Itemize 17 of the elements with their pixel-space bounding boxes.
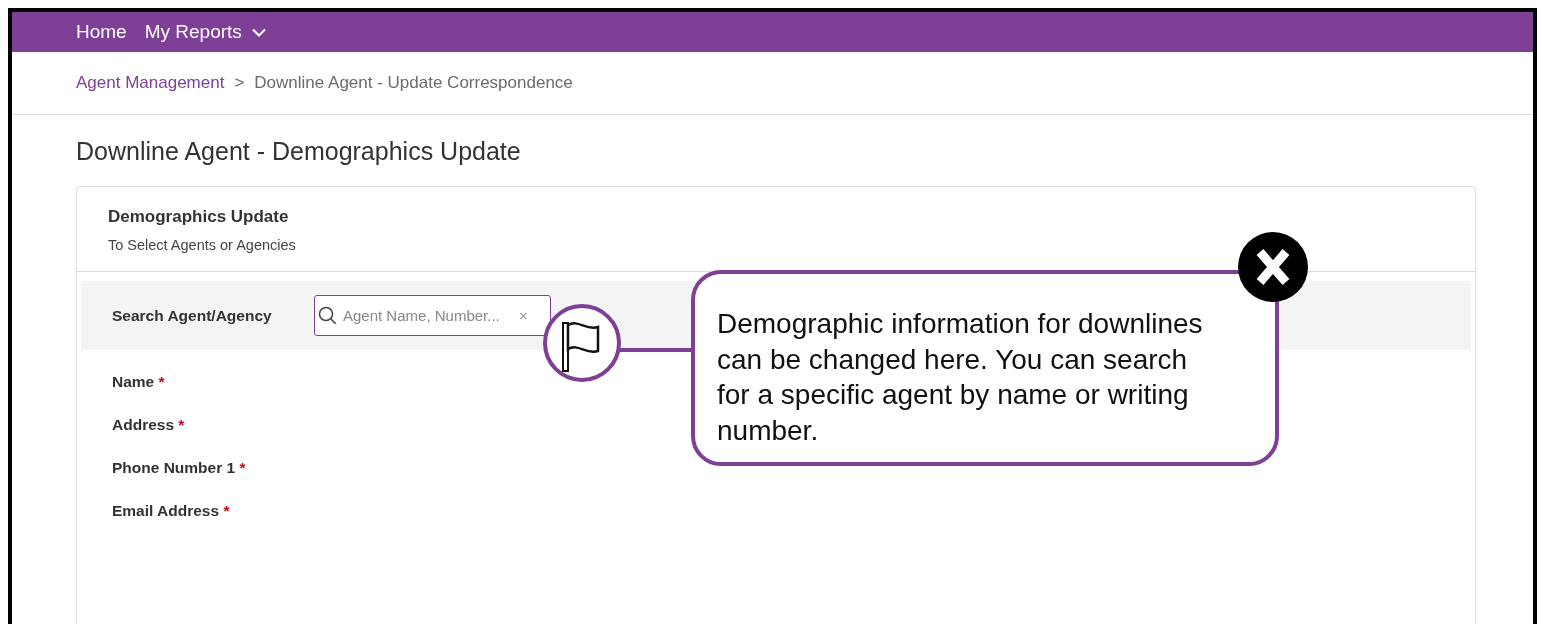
field-label: Search Agent/Agency: [112, 306, 273, 325]
nav-link[interactable]: Home: [76, 21, 127, 43]
search-icon: [318, 306, 337, 325]
field-label: Address *: [112, 416, 185, 435]
field-label: Name *: [112, 373, 165, 392]
flag-icon[interactable]: [543, 304, 621, 382]
breadcrumb-link[interactable]: Agent Management: [76, 73, 225, 93]
field-label: Email Address *: [112, 502, 230, 521]
field-label: Phone Number 1 *: [112, 459, 246, 478]
close-icon[interactable]: [1238, 232, 1308, 302]
breadcrumb-separator: >: [234, 73, 245, 93]
nav-link[interactable]: My Reports: [144, 21, 266, 43]
page-title: Downline Agent - Demographics Update: [76, 137, 522, 166]
card-subtitle: To Select Agents or Agencies: [108, 237, 297, 253]
callout-text: Demographic information for downlines can be changed here. You can search for a specific agent by name or writing number.: [691, 270, 1279, 466]
card-title: Demographics Update: [108, 207, 290, 227]
breadcrumb-current: Downline Agent - Update Correspondence: [254, 73, 573, 93]
